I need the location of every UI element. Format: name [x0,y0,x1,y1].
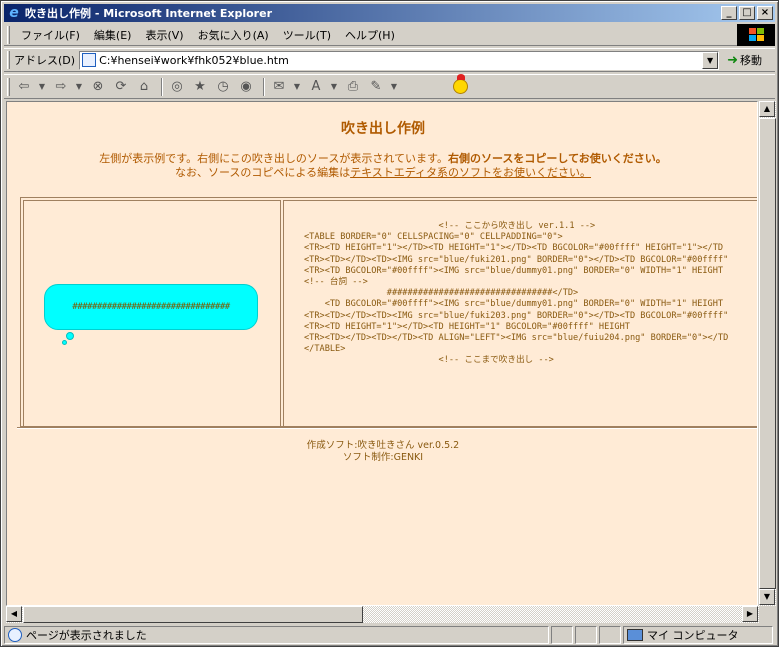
source-code-line: <!-- ここから吹き出し ver.1.1 --> [304,221,596,231]
scroll-down-button[interactable]: ▼ [759,589,775,605]
minimize-button[interactable]: _ [721,6,737,20]
source-code-line: <!-- ここまで吹き出し --> [304,355,554,366]
standard-toolbar: ⇦ ▼ ⇨ ▼ ⊗ ⟳ ⌂ ◎ ★ ◷ ◉ ✉ ▼ A ▼ ⎙ ✎ ▼ [4,74,775,99]
maximize-button[interactable]: □ [739,6,755,20]
source-code-line: ################################</TD> [304,288,579,299]
source-code-line: <TD BGCOLOR="#00ffff"><IMG src="blue/dum… [304,299,724,310]
menu-help[interactable]: ヘルプ(H) [338,27,402,43]
horizontal-scrollbar[interactable]: ◀ ▶ [6,606,759,623]
source-code-line: <TR><TD HEIGHT="1"></TD><TD HEIGHT="1"><… [304,243,724,254]
intro-line1-a: 左側が表示例です。右側にこの吹き出しのソースが表示されています。 [99,152,448,165]
window-title: 吹き出し作例 - Microsoft Internet Explorer [25,7,272,20]
browser-window: e 吹き出し作例 - Microsoft Internet Explorer _… [0,0,779,647]
sample-table: ################################ <!-- ここ… [20,197,757,428]
intro-text: 左側が表示例です。右側にこの吹き出しのソースが表示されています。右側のソースをコ… [7,152,757,180]
back-icon[interactable]: ⇦ [14,77,34,97]
scroll-left-button[interactable]: ◀ [6,606,22,622]
status-pane-empty-1 [551,626,573,644]
font-size-icon[interactable]: A [306,77,326,97]
toolbar-separator [161,77,163,96]
page-heading: 吹き出し作例 [341,121,425,137]
zone-text: マイ コンピュータ [647,629,739,642]
bubble-tail-dot-small [62,340,67,345]
status-pane-empty-2 [575,626,597,644]
messenger-smiley-icon[interactable] [453,74,468,94]
menu-bar: ファイル(F) 編集(E) 表示(V) お気に入り(A) ツール(T) ヘルプ(… [4,23,775,46]
page-icon [82,53,97,67]
back-dropdown-icon[interactable]: ▼ [37,77,47,97]
source-code-line: <TABLE BORDER="0" CELLSPACING="0" CELLPA… [304,232,563,243]
go-button[interactable]: ➜ 移動 [727,52,762,68]
forward-dropdown-icon[interactable]: ▼ [74,77,84,97]
speech-bubble: ################################ [44,284,258,330]
horizontal-scroll-thumb[interactable] [23,606,363,623]
divider [17,427,757,429]
menu-file[interactable]: ファイル(F) [14,27,87,43]
address-label: アドレス(D) [14,54,76,67]
address-dropdown-button[interactable]: ▼ [702,51,719,69]
source-code[interactable]: <!-- ここから吹き出し ver.1.1 --> <TABLE BORDER="… [304,221,728,367]
address-input[interactable]: C:¥hensei¥work¥fhk052¥blue.htm ▼ [79,50,720,70]
intro-line2-a: なお、ソースのコピペによる編集は [174,166,351,179]
source-code-line: <TR><TD HEIGHT="1"></TD><TD HEIGHT="1" B… [304,321,630,332]
status-text-pane: ページが表示されました [4,626,549,644]
zone-pane: マイ コンピュータ [623,626,773,644]
scrollbar-corner [759,606,776,623]
status-text: ページが表示されました [26,629,147,642]
source-code-line: <TR><TD></TD><TD><IMG src="blue/fuki203.… [304,310,729,321]
ie-logo-icon: e [9,5,19,21]
font-dropdown-icon[interactable]: ▼ [329,77,339,97]
source-code-line: <TR><TD BGCOLOR="#00ffff"><IMG src="blue… [304,265,724,276]
vertical-scrollbar[interactable]: ▲ ▼ [759,101,776,606]
preview-cell: ################################ [23,200,281,428]
address-url[interactable]: C:¥hensei¥work¥fhk052¥blue.htm [99,54,289,67]
title-bar[interactable]: e 吹き出し作例 - Microsoft Internet Explorer _… [4,4,775,22]
close-button[interactable]: × [757,6,773,20]
address-bar: アドレス(D) C:¥hensei¥work¥fhk052¥blue.htm ▼… [4,48,775,72]
go-label: 移動 [739,54,762,67]
scroll-up-button[interactable]: ▲ [759,101,775,117]
source-code-line: <TR><TD></TD><TD><IMG src="blue/fuki201.… [304,254,729,265]
menu-view[interactable]: 表示(V) [138,27,190,43]
history-icon[interactable]: ◷ [213,77,233,97]
media-icon[interactable]: ◉ [236,77,256,97]
source-cell[interactable]: <!-- ここから吹き出し ver.1.1 --> <TABLE BORDER="… [283,200,757,428]
intro-line2-b: テキストエディタ系のソフトをお使いください。 [350,166,592,179]
edit-dropdown-icon[interactable]: ▼ [389,77,399,97]
forward-icon[interactable]: ⇨ [51,77,71,97]
bubble-tail-dot-large [66,332,74,340]
toolbar-grip[interactable] [7,25,10,44]
toolbar-separator-2 [263,77,265,96]
search-icon[interactable]: ◎ [167,77,187,97]
menu-favorites[interactable]: お気に入り(A) [191,27,276,43]
footer-software: 作成ソフト:吹き吐きさん ver.0.5.2 [306,440,460,451]
footer-author: ソフト制作:GENKI [342,452,424,463]
menu-edit[interactable]: 編集(E) [87,27,139,43]
mail-icon[interactable]: ✉ [269,77,289,97]
windows-logo-icon [737,23,775,46]
my-computer-icon [627,629,643,641]
menu-tools[interactable]: ツール(T) [276,27,338,43]
source-code-line: <TR><TD></TD><TD></TD><TD ALIGN="LEFT"><… [304,333,729,344]
home-icon[interactable]: ⌂ [134,77,154,97]
status-bar: ページが表示されました マイ コンピュータ [4,625,775,645]
scroll-right-button[interactable]: ▶ [742,606,758,622]
refresh-icon[interactable]: ⟳ [111,77,131,97]
print-icon[interactable]: ⎙ [343,77,363,97]
footer: 作成ソフト:吹き吐きさん ver.0.5.2 ソフト制作:GENKI [7,440,757,464]
toolbar-grip-2[interactable] [7,77,10,96]
vertical-scroll-thumb[interactable] [759,118,776,589]
source-code-line: </TABLE> [304,344,346,355]
edit-icon[interactable]: ✎ [366,77,386,97]
address-grip[interactable] [7,51,10,69]
page-content: 吹き出し作例 左側が表示例です。右側にこの吹き出しのソースが表示されています。右… [6,101,758,606]
page-done-icon [8,628,22,642]
intro-line1-b: 右側のソースをコピーしてお使いください。 [447,152,667,165]
go-arrow-icon: ➜ [727,52,738,68]
favorites-icon[interactable]: ★ [190,77,210,97]
source-code-line: <!-- 台詞 --> [304,277,368,288]
status-pane-empty-3 [599,626,621,644]
stop-icon[interactable]: ⊗ [88,77,108,97]
mail-dropdown-icon[interactable]: ▼ [292,77,302,97]
